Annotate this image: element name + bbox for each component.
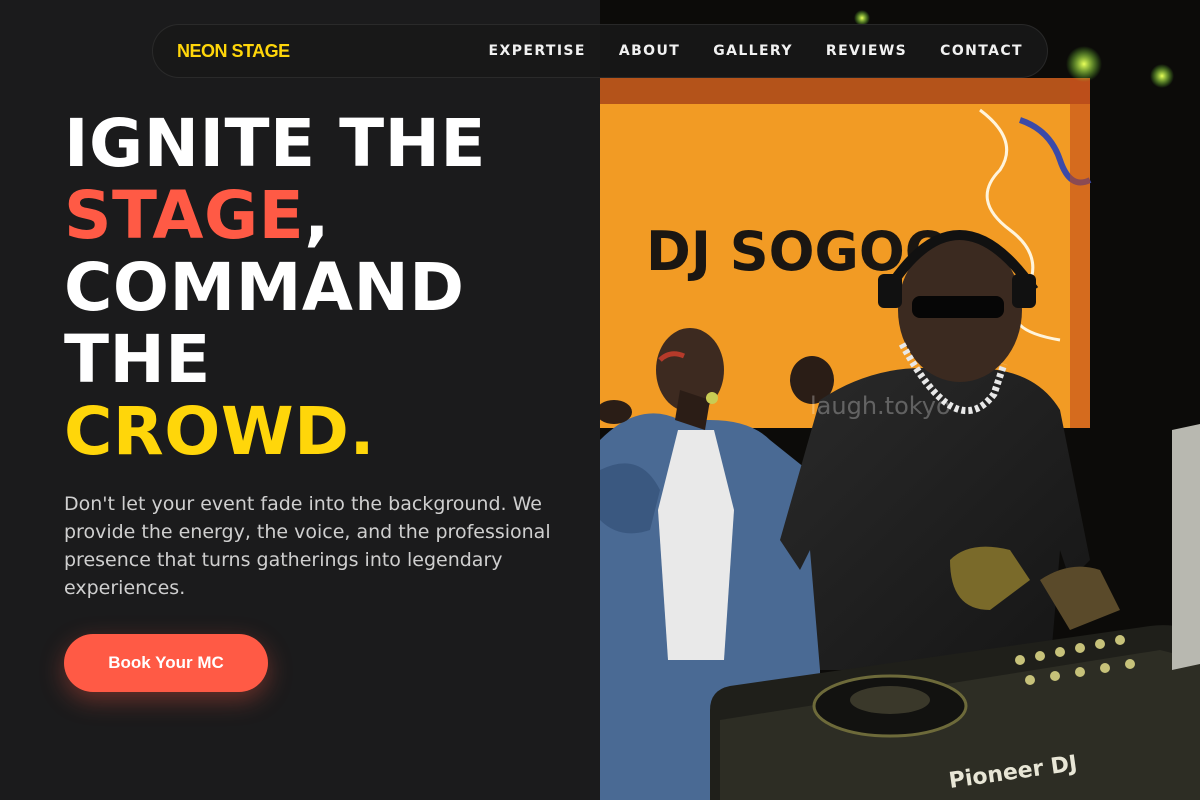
headline-line-1: IGNITE THE <box>64 105 486 182</box>
headline-highlight-stage: STAGE <box>64 177 305 254</box>
book-mc-button[interactable]: Book Your MC <box>64 634 268 692</box>
headline-line-4: THE <box>64 321 211 398</box>
nav-link-gallery[interactable]: GALLERY <box>713 43 793 59</box>
hero-photo: DJ SOGOO Pioneer DJ laugh.tokyo <box>600 0 1200 800</box>
brand-logo[interactable]: NEON STAGE <box>177 41 290 62</box>
nav-link-about[interactable]: ABOUT <box>619 43 680 59</box>
nav-link-reviews[interactable]: REVIEWS <box>826 43 907 59</box>
photo-watermark: laugh.tokyo <box>810 392 951 420</box>
hero-description: Don't let your event fade into the backg… <box>64 493 551 599</box>
headline-highlight-crowd: CROWD. <box>64 393 376 470</box>
headline-comma: , <box>304 177 330 254</box>
top-navbar: NEON STAGE EXPERTISE ABOUT GALLERY REVIE… <box>152 24 1048 78</box>
headline-line-3: COMMAND <box>64 249 465 326</box>
hero-headline: IGNITE THE STAGE, COMMAND THE CROWD. <box>64 108 584 468</box>
nav-links: EXPERTISE ABOUT GALLERY REVIEWS CONTACT <box>456 43 1023 59</box>
nav-link-expertise[interactable]: EXPERTISE <box>489 43 586 59</box>
headline-line-2: STAGE, <box>64 180 584 252</box>
nav-link-contact[interactable]: CONTACT <box>940 43 1023 59</box>
